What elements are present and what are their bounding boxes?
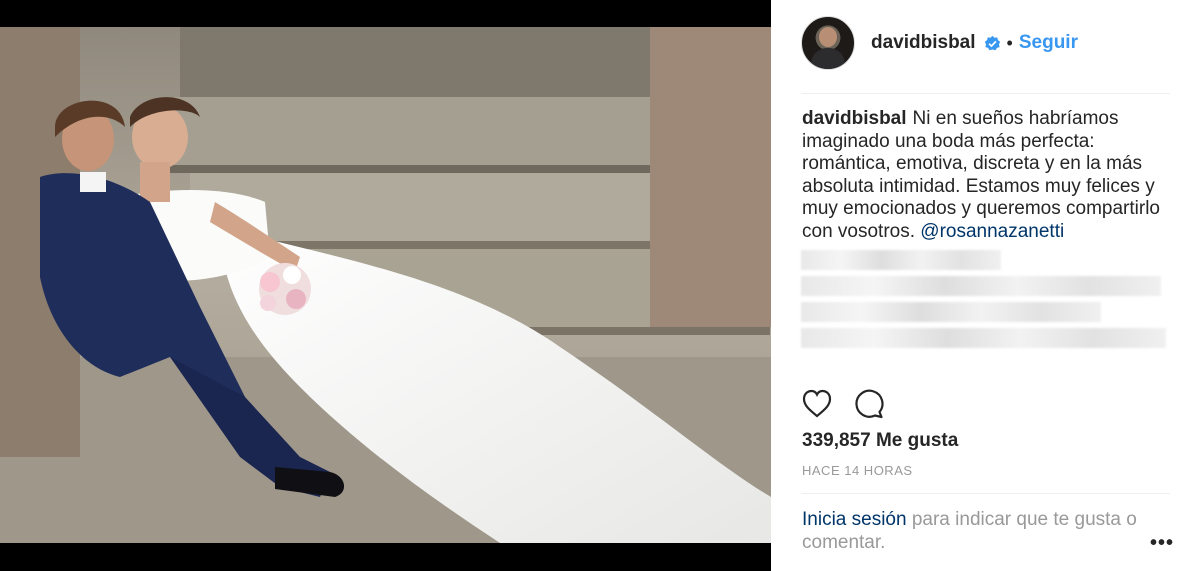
follow-button[interactable]: Seguir xyxy=(1019,32,1078,54)
username-link[interactable]: davidbisbal xyxy=(871,32,976,54)
header-divider xyxy=(801,93,1170,94)
footer-divider xyxy=(801,493,1170,494)
blurred-row xyxy=(801,276,1161,296)
blurred-row xyxy=(801,328,1166,348)
avatar[interactable] xyxy=(801,16,855,70)
likes-count[interactable]: 339,857 Me gusta xyxy=(802,430,958,452)
avatar-face xyxy=(819,27,837,47)
login-link[interactable]: Inicia sesión xyxy=(802,509,907,530)
caption-username[interactable]: davidbisbal xyxy=(802,108,907,129)
separator-dot: • xyxy=(1006,32,1013,53)
blurred-comments xyxy=(801,250,1171,354)
post-media xyxy=(0,0,771,571)
post-caption: davidbisbal Ni en sueños habríamos imagin… xyxy=(802,108,1172,243)
comment-bubble-icon[interactable] xyxy=(853,389,885,419)
avatar-body xyxy=(811,48,845,69)
post-time[interactable]: HACE 14 HORAS xyxy=(802,463,913,478)
action-bar xyxy=(801,389,885,419)
blurred-row xyxy=(801,250,1001,270)
blurred-row xyxy=(801,302,1101,322)
verified-badge-icon xyxy=(984,35,1000,50)
caption-mention[interactable]: @rosannazanetti xyxy=(920,221,1064,242)
post-side-panel: davidbisbal • Seguir davidbisbal Ni en su… xyxy=(771,0,1200,571)
wedding-photo-illustration xyxy=(0,27,771,543)
post-header: davidbisbal • Seguir xyxy=(801,16,1078,70)
login-prompt: Inicia sesión para indicar que te gusta … xyxy=(802,508,1142,554)
more-options-icon[interactable]: ••• xyxy=(1150,532,1174,555)
heart-icon[interactable] xyxy=(801,389,833,419)
wedding-photo xyxy=(0,27,771,543)
